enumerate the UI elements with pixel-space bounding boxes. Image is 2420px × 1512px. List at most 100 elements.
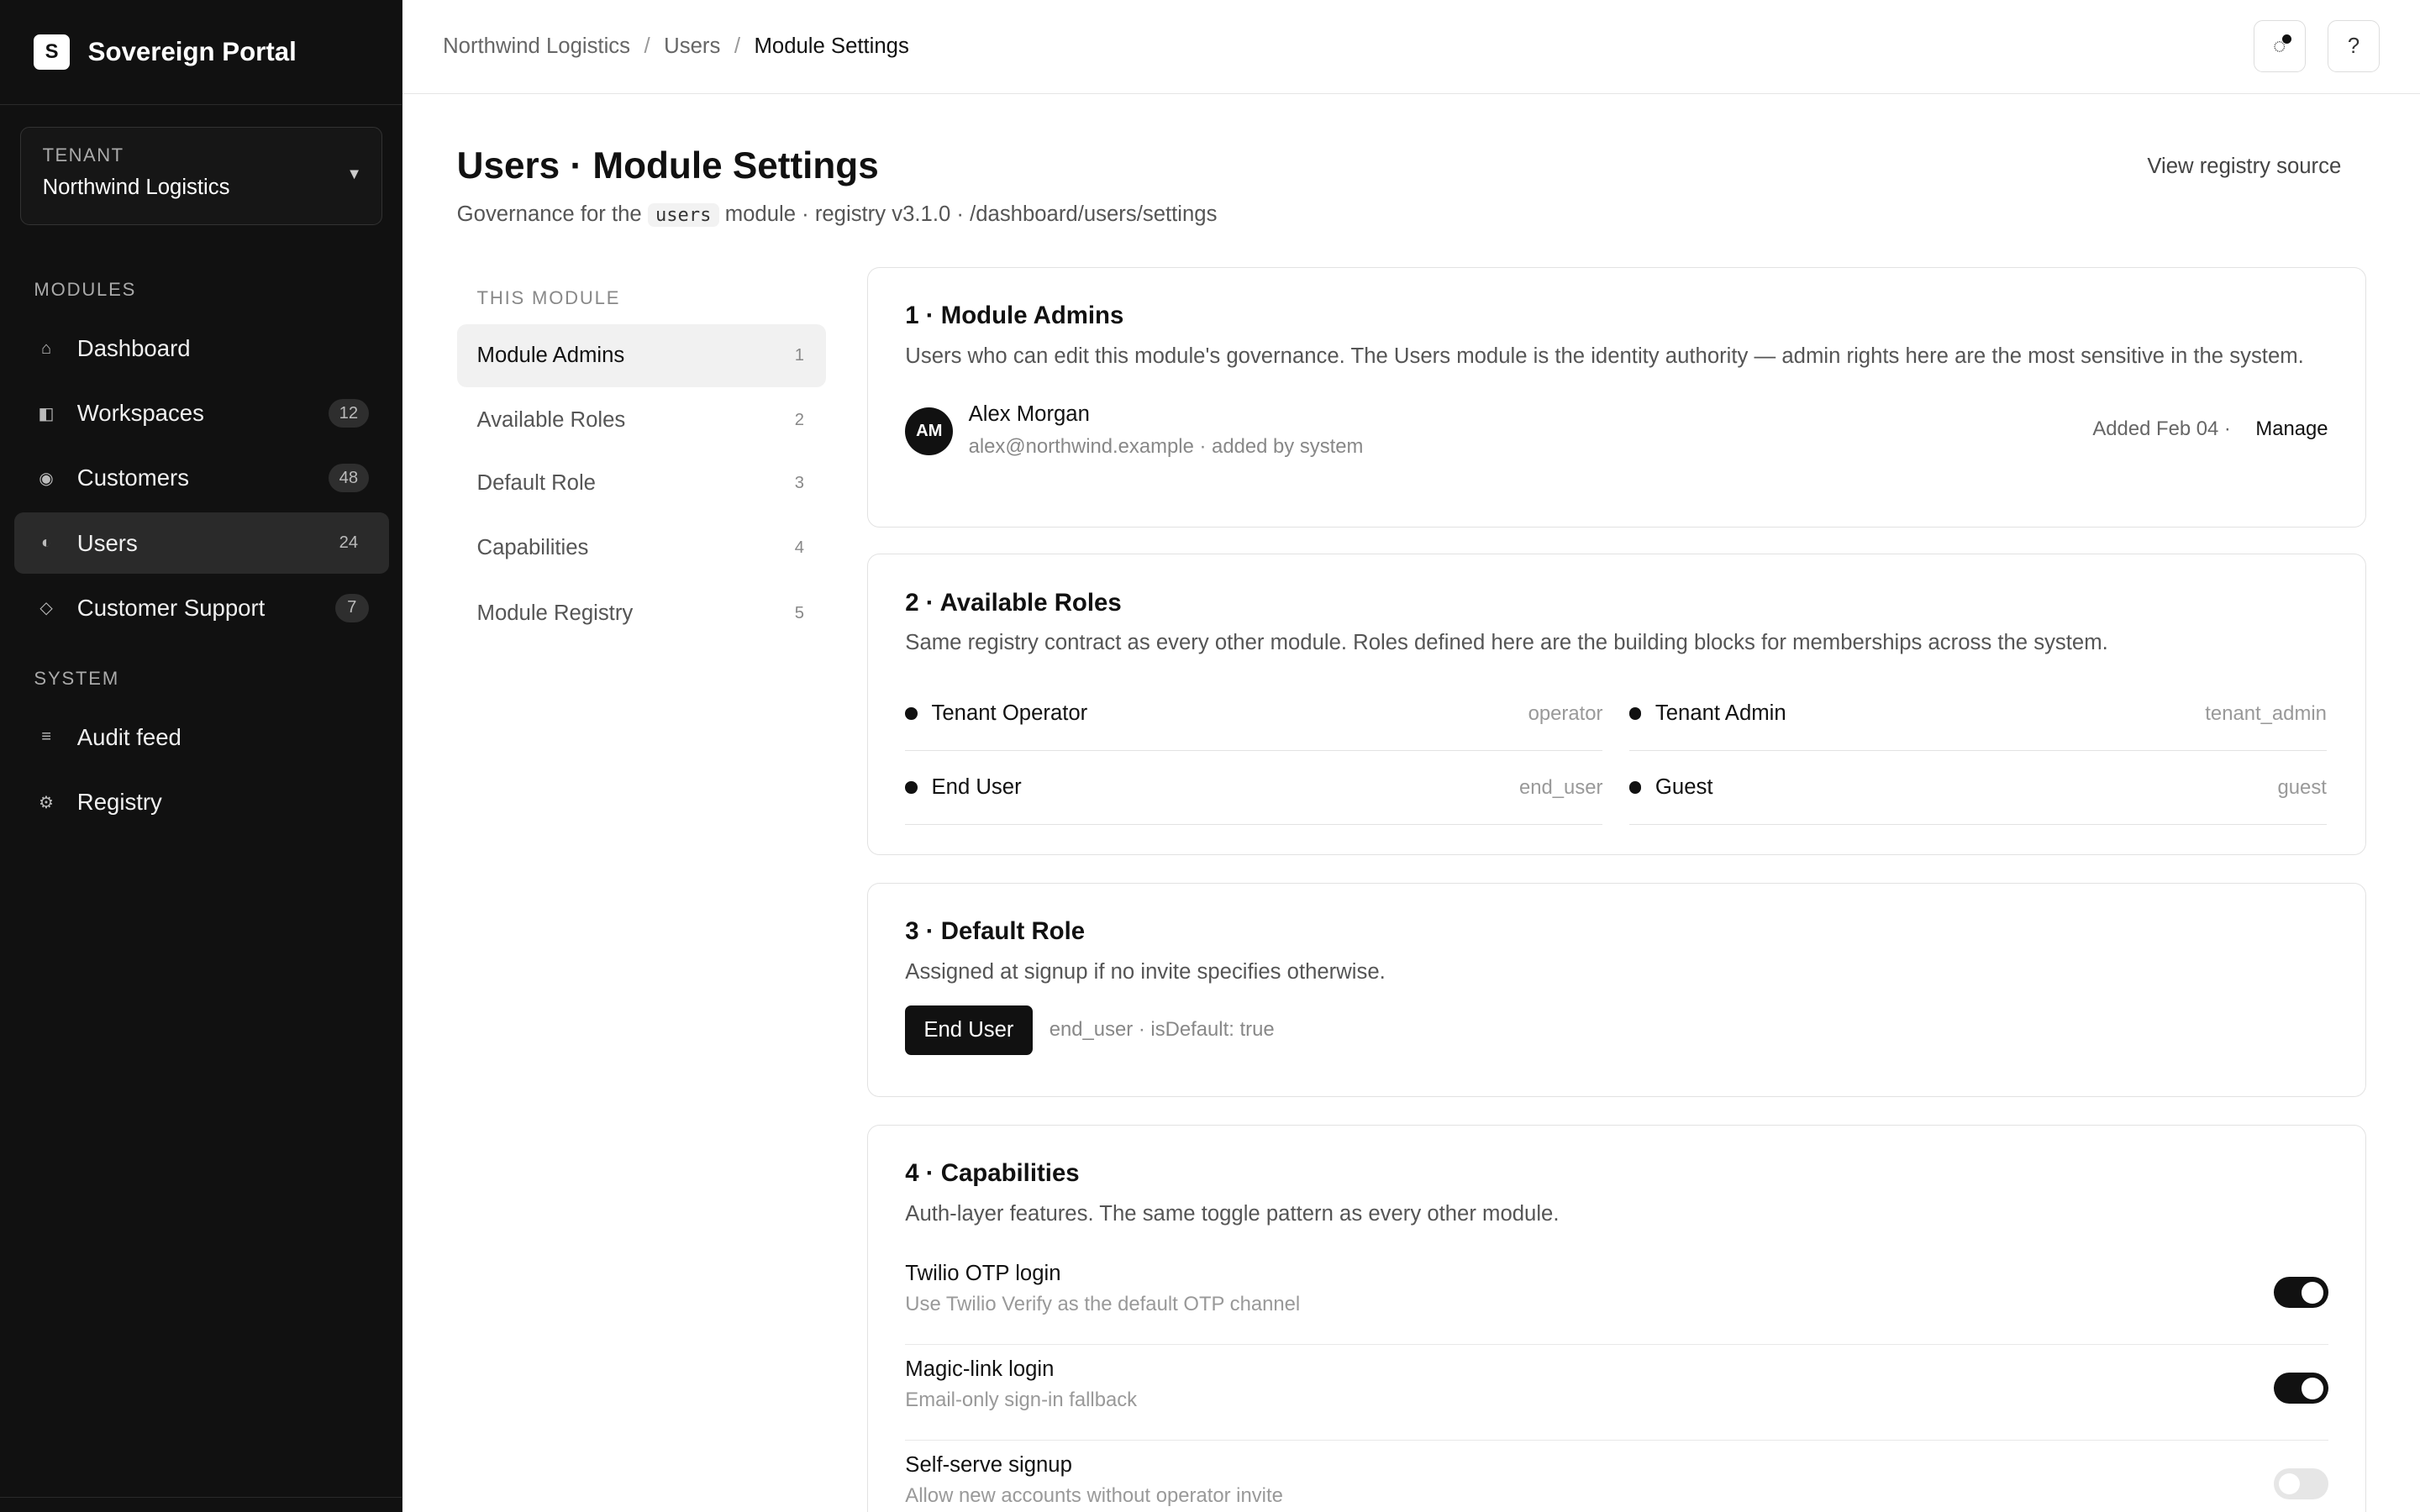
brand[interactable]: S Sovereign Portal xyxy=(0,0,402,105)
sidebar-item-customers[interactable]: ◉ Customers 48 xyxy=(14,448,389,509)
role-key: operator xyxy=(1528,701,1603,725)
local-nav-number: 1 xyxy=(794,345,804,365)
capability-description: Use Twilio Verify as the default OTP cha… xyxy=(905,1292,1301,1315)
capability-magic-link: Magic-link login Email-only sign-in fall… xyxy=(905,1345,2328,1441)
card-title: 3 · Default Role xyxy=(905,916,1086,945)
sidebar: S Sovereign Portal TENANT Northwind Logi… xyxy=(0,0,403,1512)
system-section-label: SYSTEM xyxy=(34,668,120,690)
toggle-knob xyxy=(2278,1473,2301,1495)
admin-row: AM Alex Morgan alex@northwind.example · … xyxy=(905,402,2328,464)
gear-icon: ⚙ xyxy=(39,793,55,812)
capabilities-card: 4 · Capabilities Auth-layer features. Th… xyxy=(867,1124,2366,1512)
roles-grid: Tenant Operator operator Tenant Admin te… xyxy=(905,677,2328,826)
bullet-icon xyxy=(905,781,918,795)
local-nav-label: THIS MODULE xyxy=(476,286,621,308)
brand-logo: S xyxy=(34,34,70,71)
admin-name: Alex Morgan xyxy=(968,402,1090,427)
help-button[interactable]: ? xyxy=(2327,19,2381,73)
capability-name: Twilio OTP login xyxy=(905,1262,1061,1286)
count-badge: 48 xyxy=(328,464,369,493)
role-item[interactable]: End User end_user xyxy=(905,751,1603,826)
local-nav-number: 3 xyxy=(794,474,804,493)
toggle-knob xyxy=(2302,1281,2324,1304)
local-nav-module-admins[interactable]: Module Admins 1 xyxy=(456,323,826,387)
chevron-down-icon: ▼ xyxy=(346,164,362,182)
card-title: 2 · Available Roles xyxy=(905,588,1122,617)
card-title: 1 · Module Admins xyxy=(905,302,1124,330)
local-nav-available-roles[interactable]: Available Roles 2 xyxy=(457,389,826,452)
sidebar-item-label: Customers xyxy=(76,465,189,491)
capability-self-serve-signup: Self-serve signup Allow new accounts wit… xyxy=(905,1441,2328,1512)
breadcrumb-separator: / xyxy=(734,34,740,59)
role-item[interactable]: Tenant Admin tenant_admin xyxy=(1628,677,2327,752)
card-description: Users who can edit this module's governa… xyxy=(905,344,2304,368)
local-nav-label-text: Capabilities xyxy=(476,536,589,560)
manage-admin-link[interactable]: Manage xyxy=(2255,417,2328,441)
activity-button[interactable]: ◌ xyxy=(2253,19,2307,73)
card-description: Assigned at signup if no invite specifie… xyxy=(905,959,1386,984)
subtitle-prefix: Governance for the xyxy=(456,202,642,226)
sidebar-item-label: Workspaces xyxy=(76,400,204,427)
notification-dot xyxy=(2281,34,2291,45)
default-role-button[interactable]: End User xyxy=(905,1005,1033,1055)
breadcrumb-separator: / xyxy=(644,34,650,59)
admin-added-date: Added Feb 04 · xyxy=(2092,417,2231,441)
bullet-icon xyxy=(1628,781,1642,795)
sidebar-item-audit-feed[interactable]: ≡ Audit feed xyxy=(14,706,389,768)
tenant-selector[interactable]: TENANT Northwind Logistics ▼ xyxy=(19,126,383,226)
role-item[interactable]: Tenant Operator operator xyxy=(905,677,1603,752)
breadcrumb-item-current: Module Settings xyxy=(754,34,909,59)
workspace-icon: ◧ xyxy=(38,404,55,423)
local-nav-default-role[interactable]: Default Role 3 xyxy=(457,452,826,515)
default-role-card: 3 · Default Role Assigned at signup if n… xyxy=(867,882,2366,1097)
default-role-row: End User end_user · isDefault: true xyxy=(905,1005,2328,1055)
sidebar-item-customer-support[interactable]: ◇ Customer Support 7 xyxy=(14,577,389,638)
sidebar-item-users[interactable]: ◐ Users 24 xyxy=(13,512,389,575)
brand-name: Sovereign Portal xyxy=(87,36,297,66)
capability-toggle[interactable] xyxy=(2274,1373,2328,1404)
sidebar-item-registry[interactable]: ⚙ Registry xyxy=(14,771,389,832)
count-badge: 24 xyxy=(339,533,359,552)
capability-description: Allow new accounts without operator invi… xyxy=(905,1483,1283,1507)
sidebar-divider xyxy=(0,1496,402,1498)
sidebar-item-label: Users xyxy=(76,529,138,556)
local-nav-label-text: Available Roles xyxy=(476,407,626,432)
toggle-knob xyxy=(2302,1377,2324,1399)
local-nav-number: 2 xyxy=(794,410,804,429)
capabilities-list: Twilio OTP login Use Twilio Verify as th… xyxy=(905,1249,2328,1512)
card-description: Same registry contract as every other mo… xyxy=(905,631,2108,655)
module-code: users xyxy=(647,202,719,228)
page-subtitle: Governance for the users module · regist… xyxy=(456,202,1217,228)
count-badge: 7 xyxy=(334,593,369,622)
home-icon: ⌂ xyxy=(40,339,52,358)
tenant-label: TENANT xyxy=(42,144,124,165)
breadcrumb-item-tenant[interactable]: Northwind Logistics xyxy=(443,34,630,59)
sidebar-item-workspaces[interactable]: ◧ Workspaces 12 xyxy=(14,383,389,444)
local-nav-module-registry[interactable]: Module Registry 5 xyxy=(457,581,826,644)
card-title: 4 · Capabilities xyxy=(905,1159,1080,1188)
role-name: Tenant Admin xyxy=(1655,701,1786,726)
view-registry-source-link[interactable]: View registry source xyxy=(2147,155,2341,179)
local-nav-number: 4 xyxy=(794,538,804,558)
sidebar-item-dashboard[interactable]: ⌂ Dashboard xyxy=(14,318,389,379)
module-admins-card: 1 · Module Admins Users who can edit thi… xyxy=(867,266,2366,528)
avatar: AM xyxy=(905,407,954,455)
modules-section-label: MODULES xyxy=(34,279,137,301)
card-description: Auth-layer features. The same toggle pat… xyxy=(905,1201,1560,1226)
local-nav-capabilities[interactable]: Capabilities 4 xyxy=(457,517,826,580)
capability-description: Email-only sign-in fallback xyxy=(905,1388,1138,1411)
role-key: end_user xyxy=(1518,775,1603,799)
role-name: Tenant Operator xyxy=(931,701,1088,726)
capability-toggle[interactable] xyxy=(2274,1277,2328,1309)
tenant-value: Northwind Logistics xyxy=(42,175,230,199)
support-icon: ◇ xyxy=(39,599,53,618)
sidebar-item-label: Dashboard xyxy=(76,335,191,362)
role-item[interactable]: Guest guest xyxy=(1628,751,2327,826)
topbar: Northwind Logistics / Users / Module Set… xyxy=(402,0,2420,95)
list-icon: ≡ xyxy=(41,727,51,747)
capability-toggle[interactable] xyxy=(2274,1468,2328,1499)
bullet-icon xyxy=(905,707,918,720)
capability-name: Self-serve signup xyxy=(905,1452,1072,1477)
breadcrumb-item-users[interactable]: Users xyxy=(664,34,720,59)
local-nav-number: 5 xyxy=(794,603,804,622)
